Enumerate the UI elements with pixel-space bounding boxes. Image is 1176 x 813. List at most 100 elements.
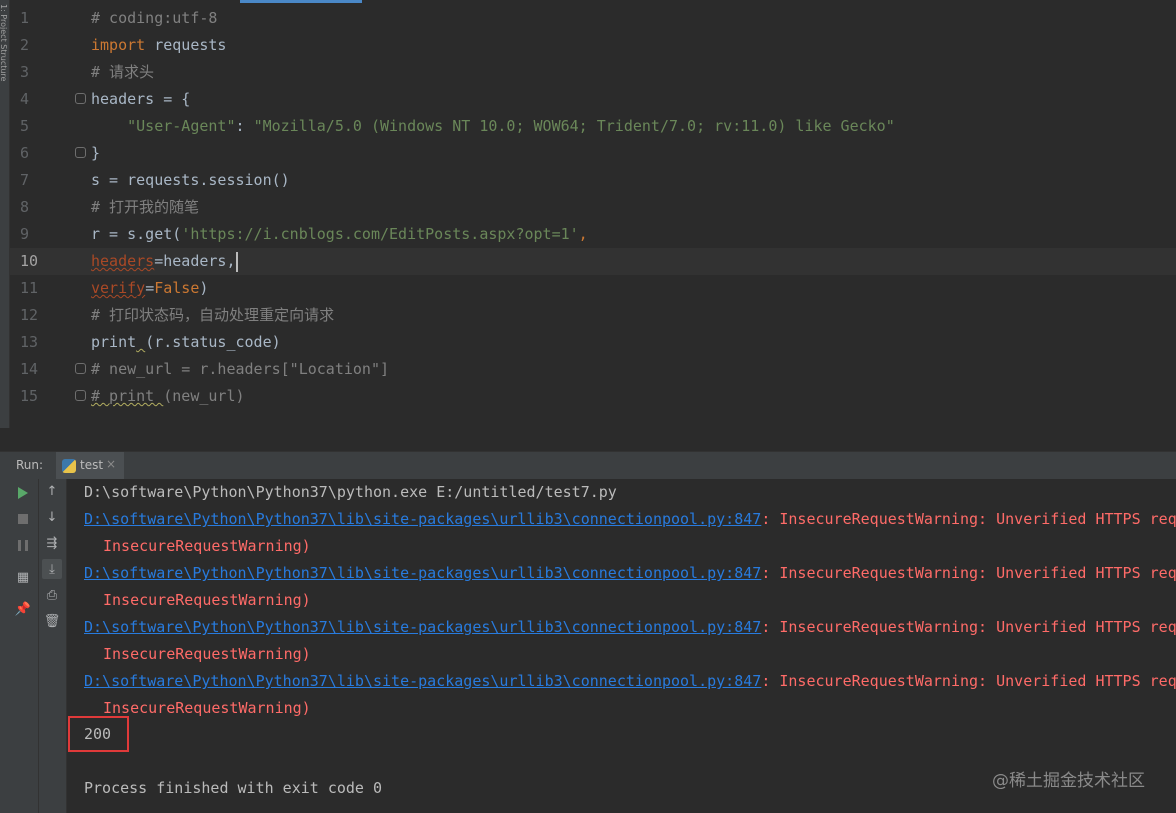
run-tab-label: test xyxy=(80,458,104,472)
line-number: 11 xyxy=(20,279,39,297)
warning-source-link[interactable]: D:\software\Python\Python37\lib\site-pac… xyxy=(84,564,761,582)
editor-bottom-space xyxy=(0,428,1176,451)
active-tab-indicator xyxy=(240,0,362,3)
line-number: 2 xyxy=(20,36,30,54)
run-console-output[interactable]: D:\software\Python\Python37\python.exe E… xyxy=(67,479,1176,813)
line-number: 13 xyxy=(20,333,39,351)
line-number: 10 xyxy=(20,252,39,270)
line-number: 6 xyxy=(20,144,30,162)
trash-icon[interactable]: 🗑 xyxy=(42,611,62,631)
scroll-to-end-icon[interactable]: ⤓ xyxy=(42,559,62,579)
code-token: requests xyxy=(145,36,227,54)
fold-close-icon[interactable] xyxy=(75,147,86,158)
console-warning-line: D:\software\Python\Python37\lib\site-pac… xyxy=(84,560,1176,587)
line-number: 8 xyxy=(20,198,30,216)
code-token: # 打印状态码，自动处理重定向请求 xyxy=(91,306,335,324)
warning-message: : InsecureRequestWarning: Unverified HTT… xyxy=(761,510,1176,528)
code-token: } xyxy=(91,144,101,162)
code-token: # 请求头 xyxy=(91,63,155,81)
code-line[interactable]: headers=headers, xyxy=(91,248,1176,275)
process-finished-line: Process finished with exit code 0 xyxy=(84,779,383,797)
run-tab-test[interactable]: test × xyxy=(56,452,124,479)
line-number: 3 xyxy=(20,63,30,81)
code-line[interactable]: # 打印状态码，自动处理重定向请求 xyxy=(91,302,1176,329)
line-number: 9 xyxy=(20,225,30,243)
run-label: Run: xyxy=(16,458,44,472)
code-token: "Mozilla/5.0 (Windows NT 10.0; WOW64; Tr… xyxy=(253,117,895,135)
warning-source-link[interactable]: D:\software\Python\Python37\lib\site-pac… xyxy=(84,510,761,528)
code-token: import xyxy=(91,36,146,54)
code-token: False xyxy=(154,279,200,297)
code-content[interactable]: # coding:utf-8 import requests # 请求头 header… xyxy=(91,5,1176,410)
code-line[interactable]: } xyxy=(91,140,1176,167)
line-number-gutter: 1 2 3 4 5 6 7 8 9 10 11 12 13 14 15 xyxy=(10,5,80,410)
warning-source-link[interactable]: D:\software\Python\Python37\lib\site-pac… xyxy=(84,618,761,636)
text-caret xyxy=(235,251,238,272)
pin-icon[interactable]: 📌 xyxy=(13,599,33,619)
line-number: 5 xyxy=(20,117,30,135)
warning-message: : InsecureRequestWarning: Unverified HTT… xyxy=(761,672,1176,690)
fold-open-icon[interactable] xyxy=(75,363,86,374)
code-line[interactable]: s = requests.session() xyxy=(91,167,1176,194)
code-token: # new_url = r.headers["Location"] xyxy=(91,360,390,378)
code-token: , xyxy=(578,225,588,243)
code-token: print xyxy=(91,333,137,351)
close-icon[interactable]: × xyxy=(106,457,116,471)
watermark: @稀土掘金技术社区 xyxy=(992,771,1145,791)
pause-icon[interactable] xyxy=(13,535,33,555)
code-token: r = s.get( xyxy=(91,225,182,243)
code-token: # coding:utf-8 xyxy=(91,9,218,27)
stop-icon[interactable] xyxy=(13,509,33,529)
warning-continuation: InsecureRequestWarning) xyxy=(103,591,311,609)
status-code-highlight-box xyxy=(68,716,129,752)
code-line[interactable]: import requests xyxy=(91,32,1176,59)
rerun-icon[interactable] xyxy=(13,483,33,503)
side-tool-label[interactable]: 1: Project Structure xyxy=(0,4,8,144)
line-number: 15 xyxy=(20,387,39,405)
code-line[interactable]: r = s.get('https://i.cnblogs.com/EditPos… xyxy=(91,221,1176,248)
print-icon[interactable]: ⎙ xyxy=(42,585,62,605)
console-warning-line: D:\software\Python\Python37\lib\site-pac… xyxy=(84,506,1176,533)
line-number: 14 xyxy=(20,360,39,378)
soft-wrap-icon[interactable]: ⇶ xyxy=(42,533,62,553)
down-arrow-icon[interactable]: ↓ xyxy=(42,507,62,527)
up-arrow-icon[interactable]: ↑ xyxy=(42,481,62,501)
fold-close-icon[interactable] xyxy=(75,390,86,401)
fold-open-icon[interactable] xyxy=(75,93,86,104)
warning-continuation: InsecureRequestWarning) xyxy=(103,645,311,663)
warning-message: : InsecureRequestWarning: Unverified HTT… xyxy=(761,618,1176,636)
code-line[interactable]: "User-Agent": "Mozilla/5.0 (Windows NT 1… xyxy=(91,113,1176,140)
console-warning-line: D:\software\Python\Python37\lib\site-pac… xyxy=(84,668,1176,695)
warning-source-link[interactable]: D:\software\Python\Python37\lib\site-pac… xyxy=(84,672,761,690)
line-number: 1 xyxy=(20,9,30,27)
line-number: 7 xyxy=(20,171,30,189)
warning-continuation: InsecureRequestWarning) xyxy=(103,537,311,555)
side-tool-window-strip[interactable]: 1: Project Structure xyxy=(0,0,10,428)
run-toolbar: ▦ 📌 ↑ ↓ ⇶ ⤓ ⎙ 🗑 xyxy=(0,479,67,813)
code-line[interactable]: # coding:utf-8 xyxy=(91,5,1176,32)
code-token: # print xyxy=(91,387,164,405)
code-token: "User-Agent" xyxy=(127,117,236,135)
code-token: s = requests.session() xyxy=(91,171,290,189)
code-token: headers = { xyxy=(91,90,191,108)
console-command-line: D:\software\Python\Python37\python.exe E… xyxy=(84,483,617,501)
run-tool-window-header: Run: test × xyxy=(0,451,1176,480)
code-line[interactable]: # 打开我的随笔 xyxy=(91,194,1176,221)
code-token: headers xyxy=(91,252,155,270)
code-token: (new_url) xyxy=(163,387,245,405)
code-line[interactable]: headers = { xyxy=(91,86,1176,113)
warning-continuation: InsecureRequestWarning) xyxy=(103,699,311,717)
line-number: 12 xyxy=(20,306,39,324)
code-editor[interactable]: 1: Project Structure 1 2 3 4 5 6 7 8 9 10 11 12 13 14… xyxy=(0,0,1176,428)
line-number: 4 xyxy=(20,90,30,108)
code-line[interactable]: print (r.status_code) xyxy=(91,329,1176,356)
python-icon xyxy=(62,459,76,473)
code-line[interactable]: verify=False) xyxy=(91,275,1176,302)
warning-message: : InsecureRequestWarning: Unverified HTT… xyxy=(761,564,1176,582)
code-line[interactable]: # new_url = r.headers["Location"] xyxy=(91,356,1176,383)
code-line[interactable]: # 请求头 xyxy=(91,59,1176,86)
code-line[interactable]: # print (new_url) xyxy=(91,383,1176,410)
code-token: verify xyxy=(91,279,146,297)
layout-icon[interactable]: ▦ xyxy=(13,567,33,587)
